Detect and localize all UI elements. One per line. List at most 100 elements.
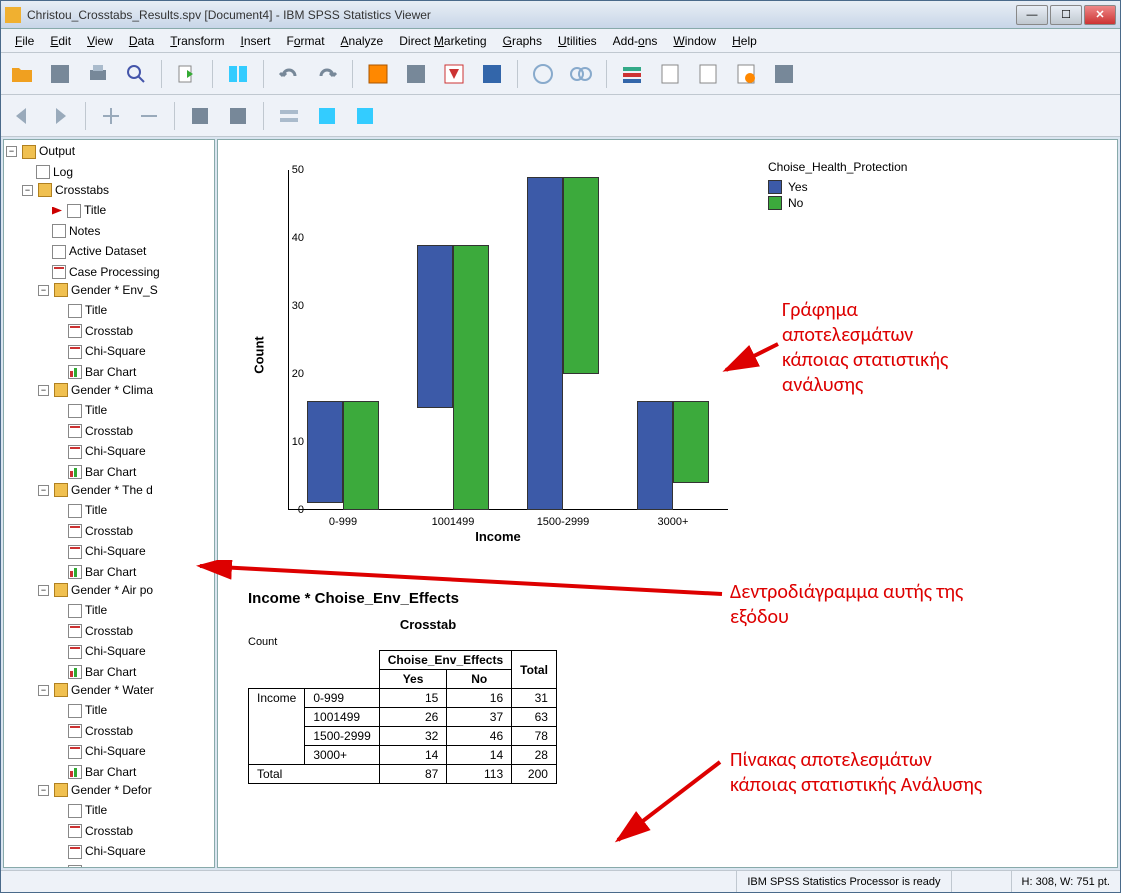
content-pane[interactable]: Count 0-999 1001499 1500-2999 3000+ Income …: [217, 139, 1118, 868]
dialog-recall-icon[interactable]: [223, 59, 253, 89]
ytick: 30: [292, 300, 304, 312]
split-icon[interactable]: [617, 59, 647, 89]
run-icon[interactable]: [528, 59, 558, 89]
swatch-no: [768, 196, 782, 210]
xlabel: 1500-2999: [519, 516, 607, 528]
x-axis-label: Income: [248, 529, 748, 544]
tree-crosstabs[interactable]: −Crosstabs: [22, 182, 109, 199]
close-button[interactable]: ✕: [1084, 5, 1116, 25]
menubar: File Edit View Data Transform Insert For…: [1, 29, 1120, 53]
bar-no-2: [563, 177, 599, 374]
bar-yes-3: [637, 401, 673, 510]
save-icon[interactable]: [45, 59, 75, 89]
weight-icon[interactable]: [566, 59, 596, 89]
section-title: Income * Choise_Env_Effects: [248, 590, 1117, 607]
bar-no-0: [343, 401, 379, 510]
menu-window[interactable]: Window: [667, 32, 722, 50]
bar-no-3: [673, 401, 709, 483]
crosstab-block[interactable]: Crosstab Count Choise_Env_EffectsTotal Y…: [248, 617, 1117, 784]
titlebar: Christou_Crosstabs_Results.spv [Document…: [1, 1, 1120, 29]
menu-format[interactable]: Format: [281, 32, 331, 50]
swatch-yes: [768, 180, 782, 194]
menu-addons[interactable]: Add-ons: [607, 32, 664, 50]
undo-icon[interactable]: [274, 59, 304, 89]
xlabel: 1001499: [409, 516, 497, 528]
show-hide-icon[interactable]: [274, 101, 304, 131]
crosstab-title: Crosstab: [248, 617, 608, 632]
collapse-icon[interactable]: [134, 101, 164, 131]
back-icon[interactable]: [7, 101, 37, 131]
tree-group-0[interactable]: −Gender * Env_S: [38, 282, 158, 299]
status-ready: IBM SPSS Statistics Processor is ready: [736, 871, 950, 892]
ytick: 20: [292, 368, 304, 380]
tree-title[interactable]: Title: [38, 202, 106, 219]
tree-log[interactable]: Log: [22, 164, 73, 181]
menu-data[interactable]: Data: [123, 32, 160, 50]
menu-insert[interactable]: Insert: [234, 32, 276, 50]
menu-help[interactable]: Help: [726, 32, 763, 50]
minimize-button[interactable]: —: [1016, 5, 1048, 25]
new-output-icon[interactable]: [693, 59, 723, 89]
designate-icon[interactable]: [731, 59, 761, 89]
syntax-icon[interactable]: [655, 59, 685, 89]
bar-chart[interactable]: Count 0-99910014991500-29993000+ Income …: [218, 140, 1117, 570]
demote-icon[interactable]: [223, 101, 253, 131]
variables-icon[interactable]: [439, 59, 469, 89]
tree-active[interactable]: Active Dataset: [38, 243, 146, 260]
maximize-button[interactable]: ☐: [1050, 5, 1082, 25]
export-icon[interactable]: [172, 59, 202, 89]
legend-title: Choise_Health_Protection: [768, 160, 907, 174]
xlabel: 0-999: [299, 516, 387, 528]
statusbar: IBM SPSS Statistics Processor is ready H…: [1, 870, 1120, 892]
bar-yes-1: [417, 245, 453, 408]
app-window: Christou_Crosstabs_Results.spv [Document…: [0, 0, 1121, 893]
insert-heading-icon[interactable]: [312, 101, 342, 131]
menu-graphs[interactable]: Graphs: [497, 32, 548, 50]
ytick: 10: [292, 436, 304, 448]
nav-toolbar: [1, 95, 1120, 137]
xlabel: 3000+: [629, 516, 717, 528]
tree-caseproc[interactable]: Case Processing: [38, 264, 160, 281]
tree-group-4[interactable]: −Gender * Water: [38, 682, 154, 699]
legend-yes: Yes: [788, 180, 808, 194]
ytick: 50: [292, 164, 304, 176]
tree-notes[interactable]: Notes: [38, 223, 100, 240]
promote-icon[interactable]: [185, 101, 215, 131]
menu-transform[interactable]: Transform: [164, 32, 230, 50]
menu-analyze[interactable]: Analyze: [335, 32, 390, 50]
window-title: Christou_Crosstabs_Results.spv [Document…: [27, 8, 1016, 22]
menu-file[interactable]: File: [9, 32, 40, 50]
menu-direct-marketing[interactable]: Direct Marketing: [393, 32, 492, 50]
status-dims: H: 308, W: 751 pt.: [1011, 871, 1120, 892]
spss-icon[interactable]: [769, 59, 799, 89]
y-axis-label: Count: [251, 336, 266, 374]
main-toolbar: [1, 53, 1120, 95]
goto-case-icon[interactable]: [363, 59, 393, 89]
menu-view[interactable]: View: [81, 32, 119, 50]
legend-no: No: [788, 196, 803, 210]
tree-group-1[interactable]: −Gender * Clima: [38, 382, 153, 399]
goto-var-icon[interactable]: [401, 59, 431, 89]
print-icon[interactable]: [83, 59, 113, 89]
forward-icon[interactable]: [45, 101, 75, 131]
redo-icon[interactable]: [312, 59, 342, 89]
bar-no-1: [453, 245, 489, 510]
outline-scroll[interactable]: −Output Log −Crosstabs Title Notes Activ…: [4, 140, 214, 867]
tree-output[interactable]: −Output: [6, 143, 75, 160]
tree-group-3[interactable]: −Gender * Air po: [38, 582, 153, 599]
legend: Choise_Health_Protection Yes No: [768, 160, 907, 212]
tree-group-2[interactable]: −Gender * The d: [38, 482, 153, 499]
ytick: 0: [298, 504, 304, 516]
app-icon: [5, 7, 21, 23]
insert-text-icon[interactable]: [350, 101, 380, 131]
ytick: 40: [292, 232, 304, 244]
bar-yes-2: [527, 177, 563, 510]
count-label: Count: [248, 636, 1117, 648]
preview-icon[interactable]: [121, 59, 151, 89]
select-cases-icon[interactable]: [477, 59, 507, 89]
expand-icon[interactable]: [96, 101, 126, 131]
open-icon[interactable]: [7, 59, 37, 89]
tree-group-5[interactable]: −Gender * Defor: [38, 782, 152, 799]
menu-edit[interactable]: Edit: [44, 32, 77, 50]
menu-utilities[interactable]: Utilities: [552, 32, 603, 50]
